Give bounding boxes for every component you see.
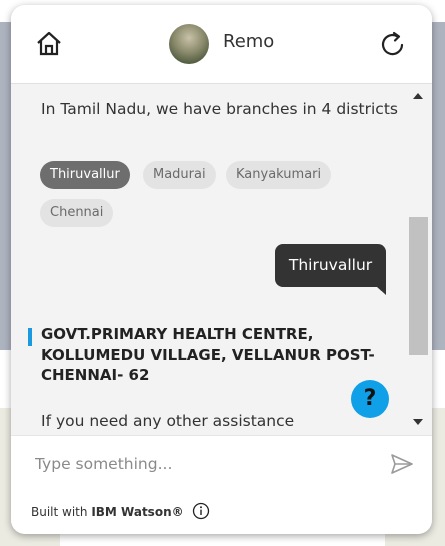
option-chip-kanyakumari[interactable]: Kanyakumari bbox=[226, 161, 332, 189]
chat-widget: Remo In Tamil Nadu, we have branches in … bbox=[11, 5, 432, 534]
address-line: KOLLUMEDU VILLAGE, VELLANUR POST- bbox=[41, 345, 375, 364]
bot-name: Remo bbox=[223, 31, 275, 52]
message-list: In Tamil Nadu, we have branches in 4 dis… bbox=[11, 84, 407, 434]
option-chip-thiruvallur[interactable]: Thiruvallur bbox=[40, 161, 130, 189]
user-message-bubble: Thiruvallur bbox=[275, 244, 386, 295]
footer-prefix: Built with bbox=[31, 505, 92, 519]
message-composer bbox=[11, 435, 432, 492]
chat-footer: Built with IBM Watson® bbox=[11, 491, 432, 534]
bot-message-assistance: If you need any other assistance bbox=[41, 412, 295, 430]
info-button[interactable] bbox=[192, 502, 210, 520]
info-icon bbox=[192, 502, 210, 520]
scroll-up-arrow-icon[interactable] bbox=[413, 93, 423, 99]
address-line: CHENNAI- 62 bbox=[41, 366, 150, 384]
refresh-icon bbox=[381, 31, 404, 56]
option-chip-chennai[interactable]: Chennai bbox=[40, 199, 114, 227]
scroll-down-arrow-icon[interactable] bbox=[413, 419, 423, 425]
message-input[interactable] bbox=[33, 446, 367, 482]
bot-avatar bbox=[169, 24, 209, 64]
help-button[interactable]: ? bbox=[351, 380, 389, 418]
address-card: GOVT.PRIMARY HEALTH CENTRE, KOLLUMEDU VI… bbox=[41, 324, 381, 386]
home-icon bbox=[37, 31, 61, 56]
footer-attribution: Built with IBM Watson® bbox=[31, 505, 184, 519]
scrollbar-thumb[interactable] bbox=[409, 217, 428, 355]
send-button[interactable] bbox=[390, 453, 414, 475]
bot-message-branches: In Tamil Nadu, we have branches in 4 dis… bbox=[41, 100, 398, 118]
option-chip-madurai[interactable]: Madurai bbox=[143, 161, 216, 189]
card-accent-bar bbox=[28, 328, 32, 346]
address-line: GOVT.PRIMARY HEALTH CENTRE, bbox=[41, 325, 314, 343]
refresh-button[interactable] bbox=[378, 29, 408, 59]
home-button[interactable] bbox=[34, 29, 64, 59]
chat-header: Remo bbox=[11, 5, 432, 84]
footer-brand: IBM Watson® bbox=[91, 505, 184, 519]
send-icon bbox=[391, 454, 413, 474]
